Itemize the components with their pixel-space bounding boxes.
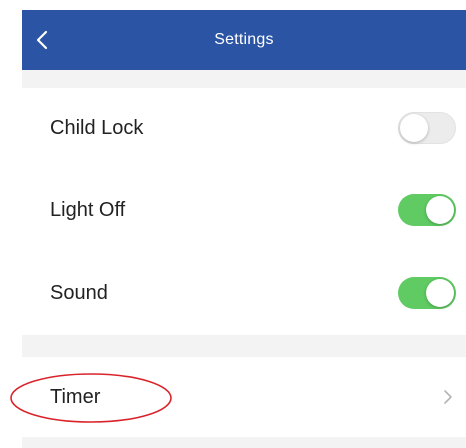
child-lock-toggle[interactable]: [398, 112, 456, 144]
setting-row-child-lock: Child Lock: [22, 88, 466, 168]
setting-row-light-off: Light Off: [22, 170, 466, 250]
light-off-label: Light Off: [50, 198, 126, 221]
toggle-knob: [426, 279, 454, 307]
light-off-toggle[interactable]: [398, 194, 456, 226]
child-lock-label: Child Lock: [50, 116, 144, 139]
section-divider: [22, 437, 466, 448]
section-divider: [22, 70, 466, 88]
chevron-left-icon: [36, 30, 48, 50]
setting-row-sound: Sound: [22, 253, 466, 333]
nav-bar: Settings: [22, 10, 466, 70]
timer-label: Timer: [50, 385, 101, 408]
back-button[interactable]: [22, 10, 62, 70]
sound-toggle[interactable]: [398, 277, 456, 309]
toggle-knob: [400, 114, 428, 142]
page-title: Settings: [214, 31, 274, 48]
toggle-knob: [426, 196, 454, 224]
chevron-right-icon: [444, 390, 452, 404]
setting-row-timer[interactable]: Timer: [22, 357, 466, 437]
settings-screen: Settings Child Lock Light Off Sound Time…: [0, 0, 466, 448]
section-divider: [22, 335, 466, 357]
sound-label: Sound: [50, 281, 108, 304]
